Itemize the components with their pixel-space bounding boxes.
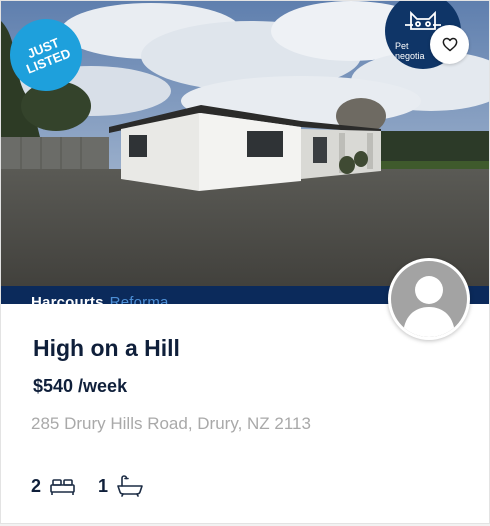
agency-name: Harcourts <box>31 294 104 304</box>
bathroom-count: 1 <box>98 475 109 496</box>
bath-icon <box>117 475 143 497</box>
listing-address: 285 Drury Hills Road, Drury, NZ 2113 <box>31 414 311 433</box>
heart-outline-icon <box>442 37 457 52</box>
person-placeholder-icon <box>391 261 467 337</box>
bedroom-count: 2 <box>31 475 42 496</box>
just-listed-badge-text: JUST LISTED <box>24 34 73 77</box>
bathrooms-feature: 1 <box>98 475 144 497</box>
listing-features: 2 1 <box>31 473 166 499</box>
listing-title[interactable]: High on a Hill <box>33 335 180 362</box>
agency-subtitle: Reforma <box>109 294 169 304</box>
listing-price: $540 /week <box>33 376 128 396</box>
listing-card[interactable]: Harcourts Reforma JUST LISTED Pet negotia <box>0 0 490 524</box>
bed-icon <box>50 479 75 495</box>
favorite-button[interactable] <box>430 25 469 64</box>
property-photo[interactable]: Harcourts Reforma JUST LISTED Pet negotia <box>1 1 489 304</box>
bedrooms-feature: 2 <box>31 476 76 497</box>
agency-logo-text: Pet negotia <box>395 41 425 61</box>
agent-avatar[interactable] <box>388 258 470 340</box>
